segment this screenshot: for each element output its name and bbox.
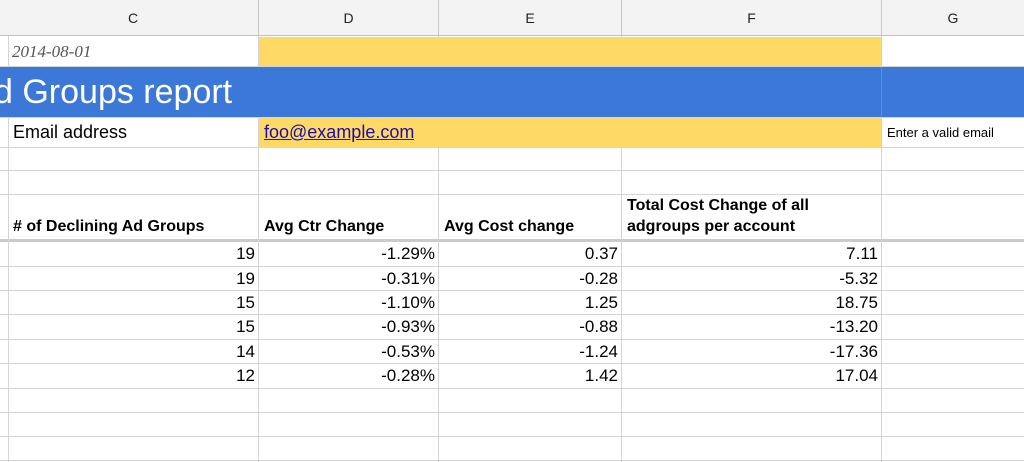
cell-declining[interactable]: 15 bbox=[9, 291, 259, 314]
table-row: -5.32 bbox=[622, 267, 882, 290]
email-hint: Enter a valid email bbox=[887, 125, 994, 140]
column-header-e[interactable]: E bbox=[439, 0, 622, 36]
header-declining-ad-groups[interactable]: # of Declining Ad Groups bbox=[13, 218, 204, 236]
table-row: -0.28 bbox=[439, 267, 622, 290]
table-row: 0.37 bbox=[439, 242, 622, 266]
table-row: -0.31% bbox=[259, 267, 439, 290]
cell-declining[interactable]: 19 bbox=[9, 242, 259, 266]
cell-total[interactable]: -13.20 bbox=[622, 315, 882, 339]
table-row: -0.53% bbox=[259, 340, 439, 363]
table-row: 19 bbox=[9, 267, 259, 290]
header-avg-cost-change[interactable]: Avg Cost change bbox=[444, 218, 574, 236]
cell-cost[interactable]: -0.88 bbox=[439, 315, 622, 339]
cell-total[interactable]: 17.04 bbox=[622, 364, 882, 388]
table-row: -17.36 bbox=[622, 340, 882, 363]
cell-ctr[interactable]: -1.29% bbox=[259, 242, 439, 266]
table-row: 14 bbox=[9, 340, 259, 363]
table-row: 12 bbox=[9, 364, 259, 388]
cell-declining[interactable]: 19 bbox=[9, 267, 259, 290]
cell-ctr[interactable]: -0.31% bbox=[259, 267, 439, 290]
table-row: -0.28% bbox=[259, 364, 439, 388]
column-header-d[interactable]: D bbox=[259, 0, 439, 36]
cell-total[interactable]: 18.75 bbox=[622, 291, 882, 314]
cell-declining[interactable]: 15 bbox=[9, 315, 259, 339]
table-row: -13.20 bbox=[622, 315, 882, 339]
cell-cost[interactable]: -1.24 bbox=[439, 340, 622, 363]
column-header-c[interactable]: C bbox=[8, 0, 259, 36]
table-row: -1.10% bbox=[259, 291, 439, 314]
report-title[interactable]: d Groups report bbox=[0, 67, 874, 117]
table-row: 15 bbox=[9, 291, 259, 314]
cell-total[interactable]: -17.36 bbox=[622, 340, 882, 363]
grid-line bbox=[0, 436, 1024, 437]
grid-line bbox=[0, 170, 1024, 171]
cell-ctr[interactable]: -0.28% bbox=[259, 364, 439, 388]
header-total-cost-line1[interactable]: Total Cost Change of all bbox=[627, 197, 809, 215]
header-total-cost-line2: adgroups per account bbox=[627, 218, 796, 235]
table-row: -1.24 bbox=[439, 340, 622, 363]
email-link[interactable]: foo@example.com bbox=[264, 118, 414, 147]
table-row: 1.25 bbox=[439, 291, 622, 314]
cell-cost[interactable]: 1.25 bbox=[439, 291, 622, 314]
highlight-cell-top-fill bbox=[259, 37, 881, 66]
table-row: -1.29% bbox=[259, 242, 439, 266]
cell-cost[interactable]: 1.42 bbox=[439, 364, 622, 388]
grid-line bbox=[0, 388, 1024, 389]
table-row: 1.42 bbox=[439, 364, 622, 388]
email-label: Email address bbox=[13, 122, 128, 142]
cell-ctr[interactable]: -1.10% bbox=[259, 291, 439, 314]
cell-declining[interactable]: 14 bbox=[9, 340, 259, 363]
grid-line bbox=[0, 412, 1024, 413]
cell-cost[interactable]: 0.37 bbox=[439, 242, 622, 266]
column-header-f[interactable]: F bbox=[622, 0, 882, 36]
header-avg-ctr-change[interactable]: Avg Ctr Change bbox=[264, 218, 384, 236]
grid-line bbox=[0, 460, 1024, 461]
table-row: -0.93% bbox=[259, 315, 439, 339]
table-row: 18.75 bbox=[622, 291, 882, 314]
cell-ctr[interactable]: -0.93% bbox=[259, 315, 439, 339]
table-row: 19 bbox=[9, 242, 259, 266]
cell-ctr[interactable]: -0.53% bbox=[259, 340, 439, 363]
cell-declining[interactable]: 12 bbox=[9, 364, 259, 388]
cell-total[interactable]: 7.11 bbox=[622, 242, 882, 266]
table-row: 7.11 bbox=[622, 242, 882, 266]
report-date[interactable]: 2014-08-01 bbox=[0, 37, 258, 66]
table-row: 17.04 bbox=[622, 364, 882, 388]
banner-divider bbox=[881, 67, 882, 117]
cell-cost[interactable]: -0.28 bbox=[439, 267, 622, 290]
grid-line bbox=[0, 194, 1024, 195]
table-row: -0.88 bbox=[439, 315, 622, 339]
column-header-g[interactable]: G bbox=[882, 0, 1024, 36]
cell-total[interactable]: -5.32 bbox=[622, 267, 882, 290]
table-row: 15 bbox=[9, 315, 259, 339]
grid-line bbox=[0, 147, 1024, 148]
